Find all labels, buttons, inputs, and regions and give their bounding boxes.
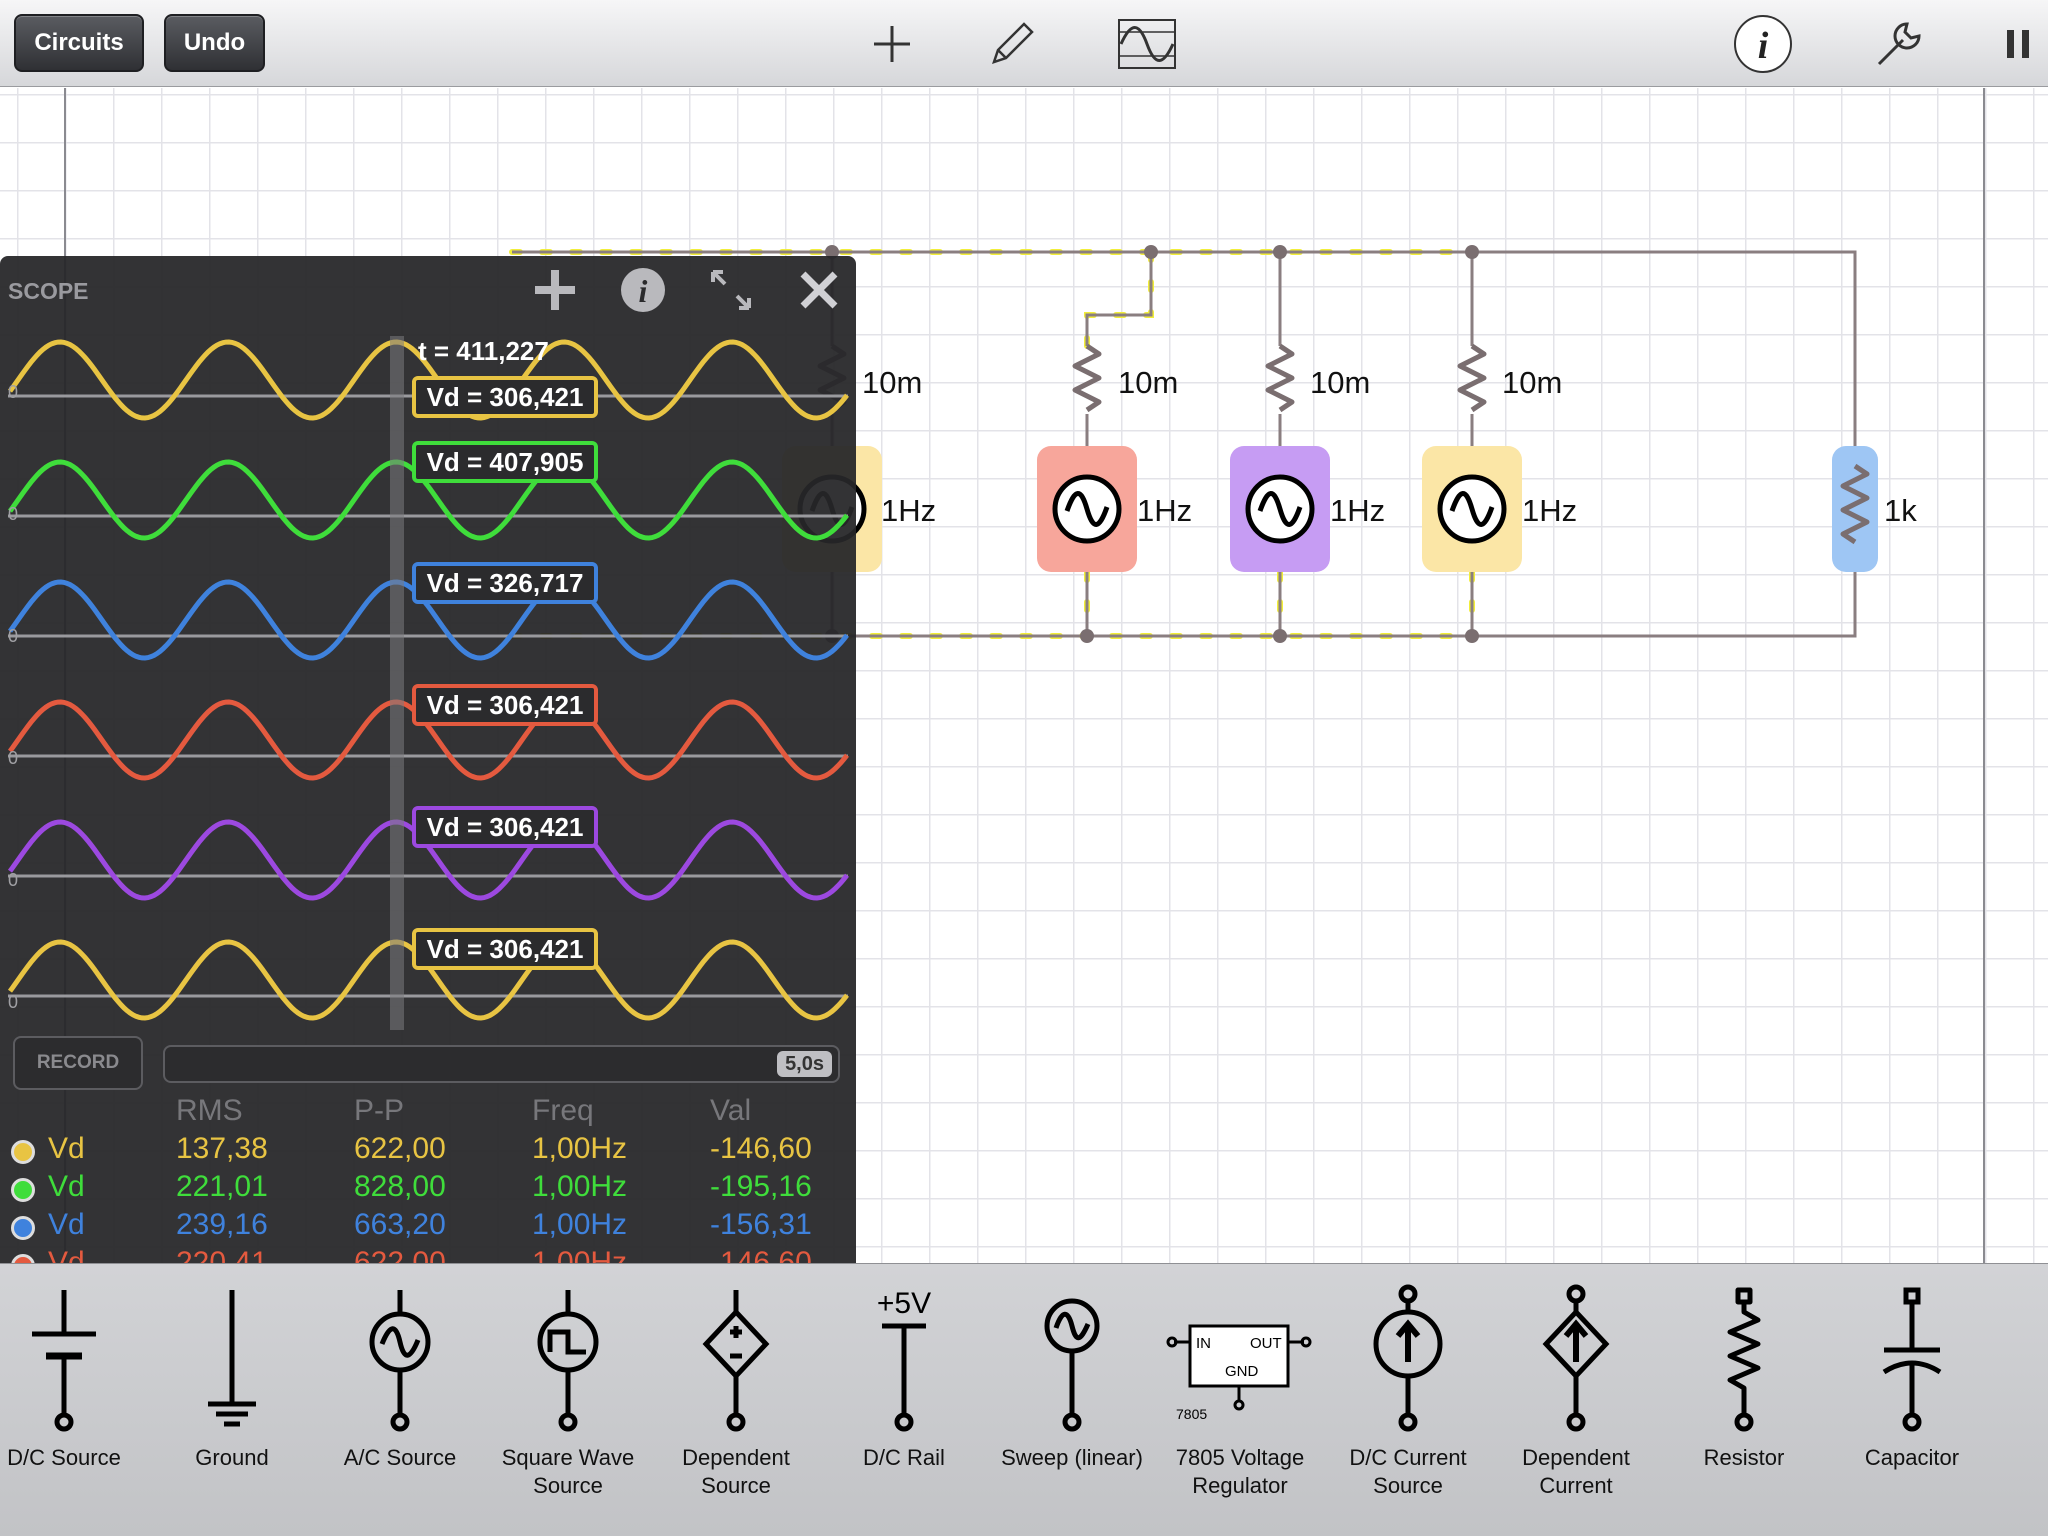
- palette-dc-rail[interactable]: +5V D/C Rail: [824, 1264, 984, 1536]
- svg-text:+5V: +5V: [877, 1287, 931, 1320]
- palette-label: 7805 Voltage Regulator: [1175, 1445, 1305, 1498]
- palette-capacitor[interactable]: Capacitor: [1832, 1264, 1992, 1536]
- svg-text:7805: 7805: [1176, 1406, 1207, 1422]
- palette-dc-source[interactable]: D/C Source: [0, 1264, 144, 1536]
- trace-2-readout: Vd = 407,905: [412, 441, 598, 483]
- stat-val: -156,31: [710, 1208, 812, 1241]
- palette-label: Capacitor: [1864, 1445, 1960, 1470]
- stat-freq: 1,00Hz: [532, 1132, 628, 1165]
- svg-text:0: 0: [8, 504, 18, 524]
- zero-marks: 0 0 0 0 0 0: [8, 382, 18, 1012]
- ac-source-2-label: 1Hz: [1137, 493, 1192, 528]
- record-button[interactable]: RECORD: [13, 1036, 143, 1090]
- stat-row: Vd 221,01 828,00 1,00Hz -195,16: [0, 1170, 856, 1208]
- stat-val: -146,60: [710, 1132, 812, 1165]
- stat-row: Vd 239,16 663,20 1,00Hz -156,31: [0, 1208, 856, 1246]
- palette-dependent-current[interactable]: Dependent Current: [1496, 1264, 1656, 1536]
- scope-plot[interactable]: 0 0 0 0 0 0: [0, 256, 856, 1036]
- palette-resistor[interactable]: Resistor: [1664, 1264, 1824, 1536]
- palette-label: A/C Source: [343, 1445, 457, 1470]
- svg-text:0: 0: [8, 870, 18, 890]
- resistor-2[interactable]: [1072, 343, 1102, 413]
- ac-source-2[interactable]: [1037, 446, 1137, 572]
- stat-freq: 1,00Hz: [532, 1208, 628, 1241]
- palette-dc-current-source[interactable]: D/C Current Source: [1328, 1264, 1488, 1536]
- svg-text:0: 0: [8, 748, 18, 768]
- stat-header-rms: RMS: [176, 1094, 243, 1127]
- svg-text:IN: IN: [1196, 1335, 1211, 1352]
- palette-ground[interactable]: Ground: [152, 1264, 312, 1536]
- time-scale-slider[interactable]: 5,0s: [163, 1045, 840, 1083]
- stat-pp: 828,00: [354, 1170, 446, 1203]
- resistor-4[interactable]: [1457, 343, 1487, 413]
- ac-source-3-label: 1Hz: [1330, 493, 1385, 528]
- svg-text:GND: GND: [1225, 1363, 1259, 1380]
- load-resistor-label: 1k: [1884, 493, 1917, 528]
- trace-4-readout: Vd = 306,421: [412, 684, 598, 726]
- resistor-3[interactable]: [1265, 343, 1295, 413]
- stat-freq: 1,00Hz: [532, 1170, 628, 1203]
- scope-panel[interactable]: SCOPE i 0 0 0 0 0 0 t = 411,227 Vd = 306…: [0, 256, 856, 1372]
- current-flow-branch: [1084, 249, 1154, 349]
- ac-source-3[interactable]: [1230, 446, 1330, 572]
- palette-label: D/C Current Source: [1349, 1445, 1467, 1498]
- load-resistor[interactable]: [1832, 446, 1878, 572]
- trace-color-dot: [11, 1178, 35, 1202]
- time-readout: t = 411,227: [418, 336, 549, 366]
- trace-3-readout: Vd = 326,717: [412, 562, 598, 604]
- svg-text:0: 0: [8, 992, 18, 1012]
- ac-source-4[interactable]: [1422, 446, 1522, 572]
- stat-name: Vd: [48, 1132, 85, 1165]
- stat-rms: 137,38: [176, 1132, 268, 1165]
- palette-label: Ground: [195, 1445, 269, 1470]
- stat-header-val: Val: [710, 1094, 752, 1127]
- palette-label: Resistor: [1703, 1445, 1785, 1470]
- stat-rms: 239,16: [176, 1208, 268, 1241]
- resistor-2-label: 10m: [1118, 365, 1178, 400]
- palette-voltage-regulator[interactable]: IN OUT GND 7805 7805 Voltage Regulator: [1160, 1264, 1320, 1536]
- svg-text:0: 0: [8, 382, 18, 402]
- svg-text:OUT: OUT: [1250, 1335, 1282, 1352]
- palette-label: D/C Source: [7, 1445, 121, 1470]
- trace-1-readout: Vd = 306,421: [412, 376, 598, 418]
- svg-text:0: 0: [8, 626, 18, 646]
- stat-pp: 622,00: [354, 1132, 446, 1165]
- trace-color-dot: [11, 1216, 35, 1240]
- stat-name: Vd: [48, 1208, 85, 1241]
- stat-row: Vd 137,38 622,00 1,00Hz -146,60: [0, 1132, 856, 1170]
- trace-5-readout: Vd = 306,421: [412, 806, 598, 848]
- palette-label: Dependent Current: [1522, 1445, 1630, 1498]
- palette-label: Dependent Source: [682, 1445, 790, 1498]
- palette-label: Sweep (linear): [1001, 1445, 1143, 1470]
- palette-dependent-source[interactable]: Dependent Source: [656, 1264, 816, 1536]
- stat-val: -195,16: [710, 1170, 812, 1203]
- resistor-1-label: 10m: [862, 365, 922, 400]
- palette-label: D/C Rail: [863, 1445, 945, 1470]
- stat-name: Vd: [48, 1170, 85, 1203]
- ac-source-4-label: 1Hz: [1522, 493, 1577, 528]
- time-scale-value: 5,0s: [777, 1051, 832, 1077]
- resistor-4-label: 10m: [1502, 365, 1562, 400]
- stat-header-pp: P-P: [354, 1094, 405, 1127]
- palette-label: Square Wave Source: [501, 1445, 635, 1498]
- component-palette: D/C Source Ground A/C Source Square Wave…: [0, 1263, 2048, 1536]
- wire: [1085, 252, 1153, 346]
- ac-source-1-label: 1Hz: [881, 493, 936, 528]
- palette-square-wave-source[interactable]: Square Wave Source: [488, 1264, 648, 1536]
- stat-pp: 663,20: [354, 1208, 446, 1241]
- resistor-3-label: 10m: [1310, 365, 1370, 400]
- stat-rms: 221,01: [176, 1170, 268, 1203]
- time-cursor[interactable]: [390, 336, 404, 1030]
- stat-header-freq: Freq: [532, 1094, 594, 1127]
- palette-ac-source[interactable]: A/C Source: [320, 1264, 480, 1536]
- palette-sweep[interactable]: Sweep (linear): [992, 1264, 1152, 1536]
- trace-color-dot: [11, 1140, 35, 1164]
- trace-6-readout: Vd = 306,421: [412, 928, 598, 970]
